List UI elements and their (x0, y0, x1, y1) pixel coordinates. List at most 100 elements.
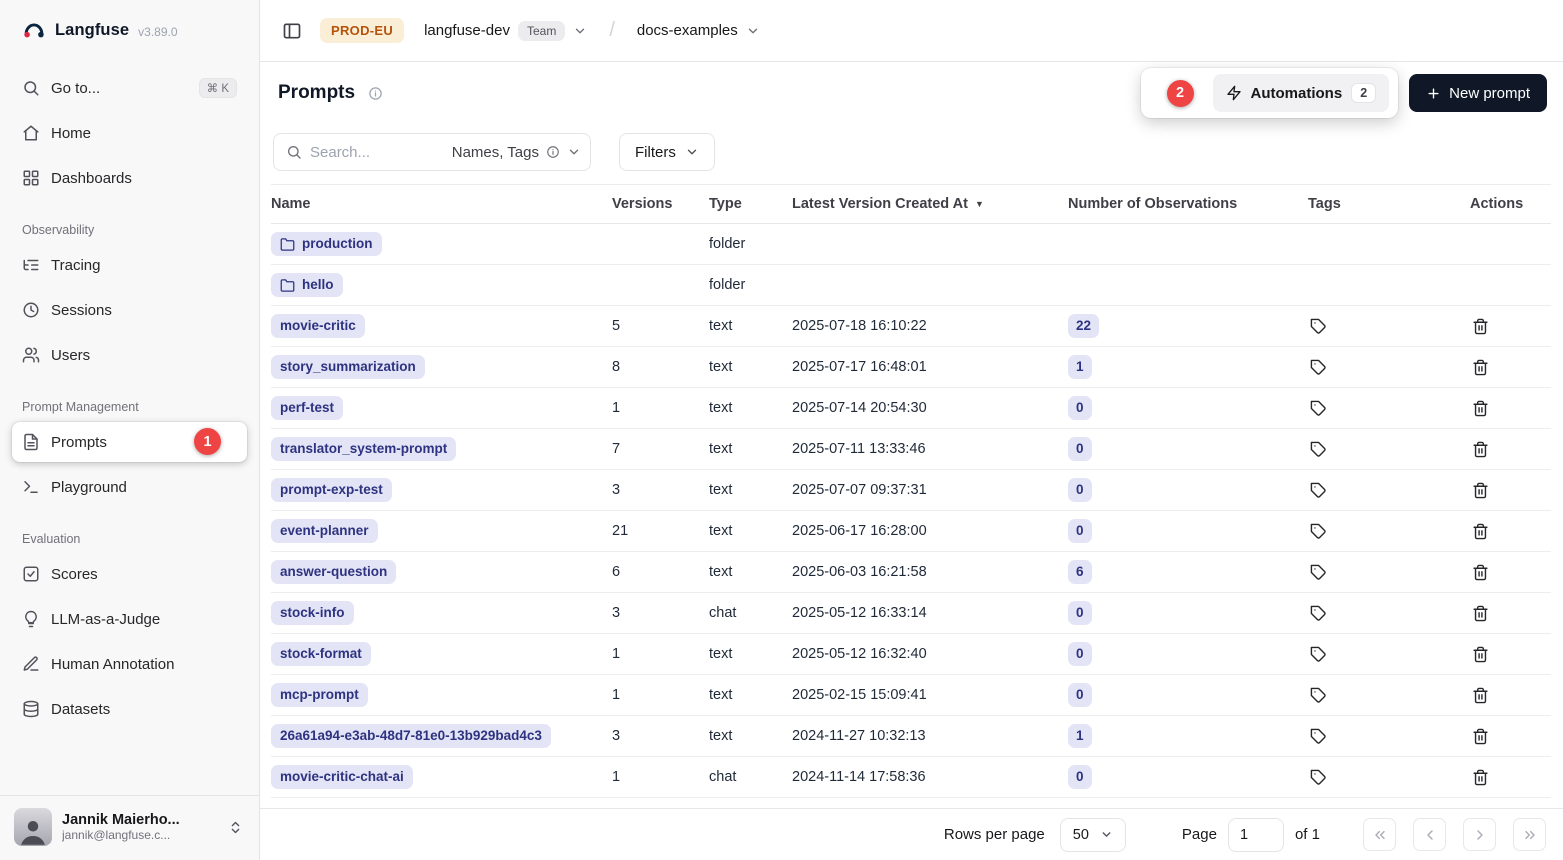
prompt-name-badge[interactable]: production (271, 232, 382, 256)
sidebar-item-sessions[interactable]: Sessions (12, 290, 247, 330)
column-header-observations[interactable]: Number of Observations (1068, 196, 1308, 212)
delete-button[interactable] (1470, 480, 1491, 501)
delete-button[interactable] (1470, 562, 1491, 583)
delete-button[interactable] (1470, 767, 1491, 788)
tag-button[interactable] (1308, 439, 1329, 460)
filters-button[interactable]: Filters (619, 133, 715, 171)
sidebar-item-human-annotation[interactable]: Human Annotation (12, 644, 247, 684)
new-prompt-button[interactable]: New prompt (1409, 74, 1547, 112)
tag-button[interactable] (1308, 357, 1329, 378)
column-header-type[interactable]: Type (709, 196, 792, 212)
user-menu-toggle[interactable] (224, 816, 247, 839)
prompt-name-badge[interactable]: prompt-exp-test (271, 478, 392, 502)
latest-version-created-at-cell: 2025-06-03 16:21:58 (792, 564, 1068, 580)
avatar[interactable] (14, 808, 52, 846)
prompt-name-badge[interactable]: movie-critic (271, 314, 365, 338)
org-switcher[interactable]: langfuse-dev Team (418, 15, 593, 47)
table-row[interactable]: translator_system-prompt 7 text 2025-07-… (271, 429, 1551, 470)
search-icon (22, 79, 40, 97)
table-row[interactable]: 26a61a94-e3ab-48d7-81e0-13b929bad4c3 3 t… (271, 716, 1551, 757)
tag-button[interactable] (1308, 480, 1329, 501)
tag-button[interactable] (1308, 603, 1329, 624)
prompt-name-badge[interactable]: story_summarization (271, 355, 425, 379)
sidebar-item-goto[interactable]: Go to... ⌘ K (12, 68, 247, 108)
user-account-section[interactable]: Jannik Maierho... jannik@langfuse.c... (0, 795, 259, 860)
table-row[interactable]: movie-critic-chat-ai 1 chat 2024-11-14 1… (271, 757, 1551, 798)
table-row[interactable]: stock-format 1 text 2025-05-12 16:32:40 … (271, 634, 1551, 675)
prompt-name-badge[interactable]: perf-test (271, 396, 343, 420)
delete-button[interactable] (1470, 726, 1491, 747)
observations-count-badge: 1 (1068, 724, 1092, 748)
column-header-versions[interactable]: Versions (612, 196, 709, 212)
prompt-name-badge[interactable]: stock-format (271, 642, 371, 666)
info-icon[interactable] (364, 82, 387, 105)
table-row[interactable]: event-planner 21 text 2025-06-17 16:28:0… (271, 511, 1551, 552)
table-row[interactable]: mcp-prompt 1 text 2025-02-15 15:09:41 0 (271, 675, 1551, 716)
prompt-name-badge[interactable]: mcp-prompt (271, 683, 368, 707)
delete-button[interactable] (1470, 685, 1491, 706)
last-page-button[interactable] (1513, 818, 1546, 851)
trash-icon (1472, 400, 1489, 417)
sidebar-item-home[interactable]: Home (12, 113, 247, 153)
prompt-name-badge[interactable]: movie-critic-chat-ai (271, 765, 413, 789)
home-icon (22, 124, 40, 142)
prompt-name-badge[interactable]: hello (271, 273, 343, 297)
sidebar-item-users[interactable]: Users (12, 335, 247, 375)
delete-button[interactable] (1470, 521, 1491, 542)
tag-icon (1310, 318, 1327, 335)
prompt-name-badge[interactable]: translator_system-prompt (271, 437, 456, 461)
sidebar-item-prompts[interactable]: Prompts 1 (12, 422, 247, 462)
delete-button[interactable] (1470, 357, 1491, 378)
search-input[interactable] (310, 144, 444, 161)
sidebar-item-llm-judge[interactable]: LLM-as-a-Judge (12, 599, 247, 639)
tag-button[interactable] (1308, 398, 1329, 419)
delete-button[interactable] (1470, 439, 1491, 460)
tag-button[interactable] (1308, 685, 1329, 706)
prompt-name-badge[interactable]: answer-question (271, 560, 396, 584)
latest-version-created-at-cell: 2025-07-18 16:10:22 (792, 318, 1068, 334)
sidebar-item-playground[interactable]: Playground (12, 467, 247, 507)
first-page-button[interactable] (1363, 818, 1396, 851)
tag-button[interactable] (1308, 316, 1329, 337)
delete-button[interactable] (1470, 316, 1491, 337)
delete-button[interactable] (1470, 398, 1491, 419)
table-row[interactable]: stock-info 3 chat 2025-05-12 16:33:14 0 (271, 593, 1551, 634)
rows-per-page-select[interactable]: 50 (1060, 818, 1126, 852)
prompt-name-badge[interactable]: event-planner (271, 519, 378, 543)
sidebar-item-tracing[interactable]: Tracing (12, 245, 247, 285)
column-header-name[interactable]: Name (271, 196, 612, 212)
zap-icon (1226, 85, 1242, 101)
sidebar-toggle-button[interactable] (278, 17, 306, 45)
page-number-input[interactable] (1228, 818, 1284, 852)
prompt-name-badge[interactable]: 26a61a94-e3ab-48d7-81e0-13b929bad4c3 (271, 724, 551, 748)
table-row[interactable]: movie-critic 5 text 2025-07-18 16:10:22 … (271, 306, 1551, 347)
delete-button[interactable] (1470, 603, 1491, 624)
clock-icon (22, 301, 40, 319)
sidebar-item-dashboards[interactable]: Dashboards (12, 158, 247, 198)
column-header-latest-version[interactable]: Latest Version Created At ▼ (792, 196, 1068, 212)
prompt-name: 26a61a94-e3ab-48d7-81e0-13b929bad4c3 (280, 728, 542, 744)
table-row[interactable]: hello folder (271, 265, 1551, 306)
tag-button[interactable] (1308, 644, 1329, 665)
prompt-name: mcp-prompt (280, 687, 359, 703)
sidebar-item-datasets[interactable]: Datasets (12, 689, 247, 729)
sidebar-section-observability: Observability (12, 203, 247, 245)
table-row[interactable]: production folder (271, 224, 1551, 265)
tag-button[interactable] (1308, 562, 1329, 583)
previous-page-button[interactable] (1413, 818, 1446, 851)
table-row[interactable]: prompt-exp-test 3 text 2025-07-07 09:37:… (271, 470, 1551, 511)
table-row[interactable]: answer-question 6 text 2025-06-03 16:21:… (271, 552, 1551, 593)
automations-button[interactable]: Automations 2 (1213, 74, 1390, 112)
page-title-text: Prompts (278, 82, 355, 104)
next-page-button[interactable] (1463, 818, 1496, 851)
search-scope-selector[interactable]: Names, Tags (452, 144, 581, 161)
table-row[interactable]: story_summarization 8 text 2025-07-17 16… (271, 347, 1551, 388)
prompt-name-badge[interactable]: stock-info (271, 601, 354, 625)
delete-button[interactable] (1470, 644, 1491, 665)
tag-button[interactable] (1308, 726, 1329, 747)
tag-button[interactable] (1308, 767, 1329, 788)
tag-button[interactable] (1308, 521, 1329, 542)
table-row[interactable]: perf-test 1 text 2025-07-14 20:54:30 0 (271, 388, 1551, 429)
project-switcher[interactable]: docs-examples (631, 16, 766, 45)
sidebar-item-scores[interactable]: Scores (12, 554, 247, 594)
